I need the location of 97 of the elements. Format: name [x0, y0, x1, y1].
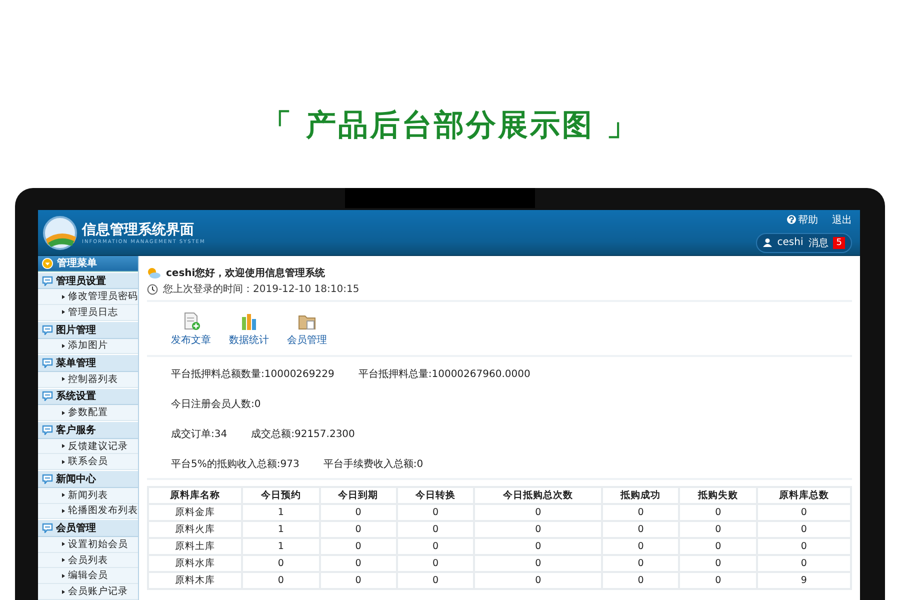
shortcut-link[interactable]: 数据统计 — [229, 312, 269, 347]
clock-icon — [147, 284, 158, 294]
table-cell: 0 — [320, 572, 397, 589]
menu-item[interactable]: 新闻列表 — [38, 488, 138, 504]
table-cell: 0 — [474, 555, 602, 572]
table-cell: 0 — [320, 555, 397, 572]
table-cell: 0 — [679, 521, 757, 538]
table-cell: 0 — [602, 504, 680, 521]
stat-text: 平台抵押料总额数量:10000269229 — [171, 368, 334, 378]
menu-item[interactable]: 编辑会员 — [38, 568, 138, 584]
column-header: 原料库名称 — [148, 487, 242, 504]
table-cell: 1 — [242, 538, 320, 555]
user-icon — [763, 238, 772, 247]
menu-item[interactable]: 会员列表 — [38, 552, 138, 568]
table-cell: 原料金库 — [148, 504, 242, 521]
globe-logo-icon — [42, 214, 78, 250]
menu-item[interactable]: 修改管理员密码 — [38, 289, 138, 306]
stat-text: 平台手续费收入总额:0 — [323, 458, 424, 468]
menu-group[interactable]: 系统设置 — [38, 388, 138, 406]
menu-group[interactable]: 新闻中心 — [38, 470, 138, 488]
system-title: 信息管理系统界面 — [82, 220, 195, 238]
menu-group[interactable]: 菜单管理 — [38, 354, 138, 372]
last-login-text: 您上次登录的时间：2019-12-10 18:10:15 — [163, 282, 360, 296]
speech-bubble-icon — [42, 424, 53, 435]
messages-link[interactable]: 消息 — [808, 236, 828, 250]
table-cell: 0 — [756, 555, 851, 572]
page-title: 「 产品后台部分展示图 」 — [262, 107, 638, 145]
menu-item[interactable]: 反馈建议记录 — [38, 438, 138, 454]
stat-text: 成交总额:92157.2300 — [251, 428, 355, 438]
table-cell: 0 — [396, 538, 474, 555]
menu-group[interactable]: 会员管理 — [38, 519, 138, 537]
menu-group[interactable]: 管理员设置 — [38, 272, 138, 290]
table-cell: 0 — [320, 504, 397, 521]
table-cell: 0 — [474, 521, 602, 538]
column-header: 抵购失败 — [679, 487, 757, 504]
table-cell: 0 — [474, 572, 602, 589]
table-cell: 0 — [679, 538, 757, 555]
table-cell: 0 — [396, 555, 474, 572]
table-cell: 0 — [602, 521, 680, 538]
table-cell: 0 — [320, 538, 397, 555]
menu-group[interactable]: 图片管理 — [38, 320, 138, 339]
table-cell: 0 — [679, 504, 757, 521]
speech-bubble-icon — [42, 324, 53, 335]
column-header: 今日抵购总次数 — [474, 487, 602, 504]
table-cell: 0 — [396, 521, 474, 538]
table-cell: 0 — [679, 555, 757, 572]
table-cell: 0 — [756, 538, 851, 555]
table-cell: 0 — [242, 572, 320, 589]
menu-title: 管理菜单 — [57, 256, 97, 270]
speech-bubble-icon — [42, 391, 53, 402]
speech-bubble-icon — [42, 523, 53, 534]
table-cell: 0 — [320, 521, 397, 538]
column-header: 今日转换 — [396, 487, 474, 504]
document-plus-icon — [182, 312, 200, 331]
table-cell: 0 — [474, 504, 602, 521]
shortcut-link[interactable]: 会员管理 — [287, 312, 327, 347]
table-cell: 0 — [396, 572, 474, 589]
table-cell: 原料木库 — [148, 572, 242, 589]
user-name: ceshi — [777, 237, 804, 248]
table-cell: 原料土库 — [148, 538, 242, 555]
sun-cloud-icon — [147, 267, 161, 279]
column-header: 今日到期 — [320, 487, 397, 504]
stat-text: 今日注册会员人数:0 — [171, 398, 261, 408]
table-cell: 0 — [474, 538, 602, 555]
menu-group[interactable]: 客户服务 — [38, 421, 138, 439]
column-header: 原料库总数 — [756, 487, 851, 504]
shortcut-link[interactable]: 发布文章 — [171, 312, 211, 347]
help-link[interactable]: 帮助 — [787, 212, 818, 226]
table-cell: 0 — [756, 521, 851, 538]
bar-chart-icon — [240, 312, 258, 331]
menu-item[interactable]: 设置初始会员 — [38, 536, 138, 553]
speech-bubble-icon — [42, 276, 53, 286]
table-cell: 1 — [242, 521, 320, 538]
table-cell: 0 — [756, 504, 851, 521]
column-header: 今日预约 — [242, 487, 320, 504]
caret-circle-icon — [42, 258, 53, 269]
table-cell: 0 — [602, 555, 680, 572]
welcome-text: ceshi您好，欢迎使用信息管理系统 — [166, 266, 326, 280]
speech-bubble-icon — [42, 358, 53, 368]
table-cell: 0 — [242, 555, 320, 572]
stat-text: 成交订单:34 — [171, 428, 228, 438]
help-icon — [787, 215, 796, 224]
column-header: 抵购成功 — [602, 487, 680, 504]
table-cell: 0 — [679, 572, 757, 589]
speech-bubble-icon — [42, 474, 53, 484]
table-cell: 1 — [242, 504, 320, 521]
table-cell: 0 — [396, 504, 474, 521]
logout-link[interactable]: 退出 — [832, 212, 852, 226]
table-cell: 0 — [602, 538, 680, 555]
message-count-badge: 5 — [833, 236, 845, 248]
table-cell: 0 — [602, 572, 680, 589]
stat-text: 平台5%的抵购收入总额:973 — [171, 458, 300, 468]
stat-text: 平台抵押料总量:10000267960.0000 — [358, 368, 530, 378]
menu-item[interactable]: 会员账户记录 — [38, 584, 138, 600]
table-cell: 原料火库 — [148, 521, 242, 538]
table-cell: 9 — [756, 572, 851, 589]
table-cell: 原料水库 — [148, 555, 242, 572]
